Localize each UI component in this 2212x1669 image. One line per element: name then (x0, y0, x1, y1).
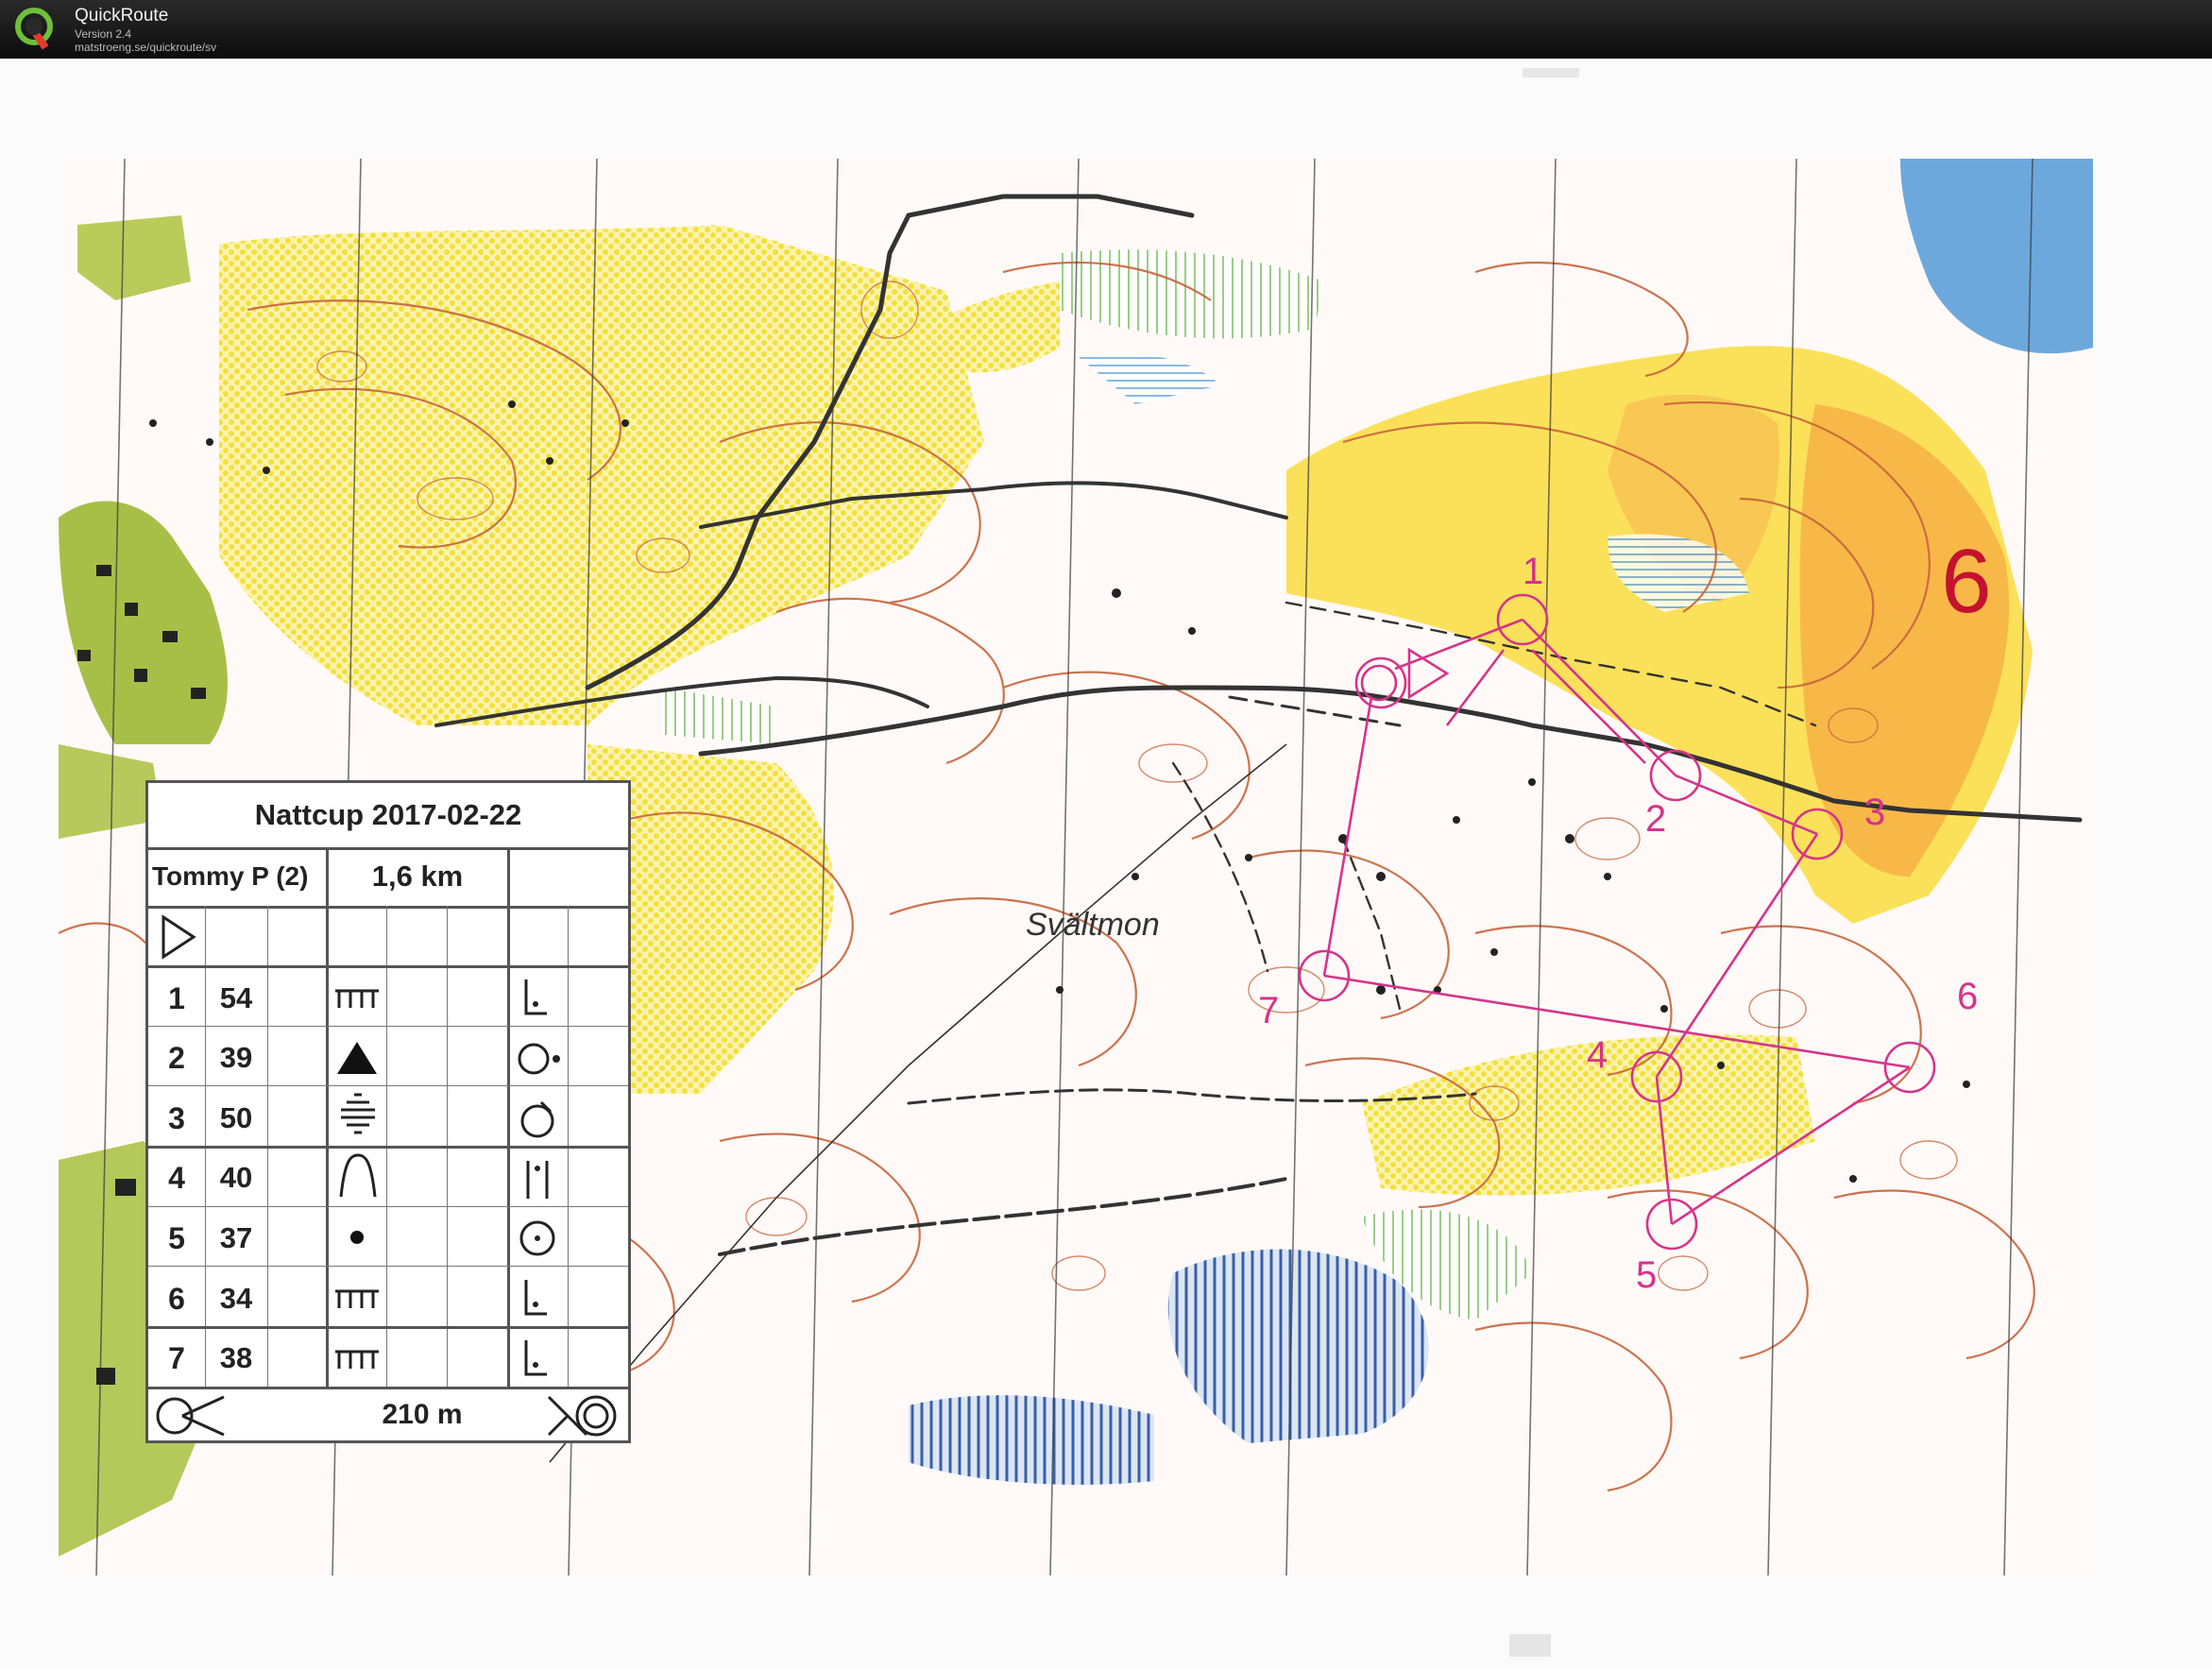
control-number: 4 (168, 1161, 185, 1195)
app-title: QuickRoute (75, 6, 169, 26)
between-icon (526, 1161, 549, 1199)
control-number: 5 (168, 1221, 185, 1255)
app-title-bar: QuickRoute Version 2.4 matstroeng.se/qui… (0, 0, 2212, 59)
app-url: matstroeng.se/quickroute/sv (75, 41, 217, 54)
control-number: 3 (168, 1101, 185, 1135)
corner-icon (524, 1280, 547, 1316)
control-number: 6 (168, 1282, 185, 1316)
control-code: 34 (219, 1282, 253, 1315)
control-code: 40 (219, 1161, 253, 1194)
page-number-label: 6 (1941, 531, 1991, 632)
control-label-1: 1 (1523, 551, 1543, 592)
fence-icon (335, 989, 379, 1008)
control-label-3: 3 (1864, 792, 1885, 833)
small-knoll-icon (350, 1231, 364, 1244)
runner-row: Tommy P (2) 1,6 km (148, 847, 628, 909)
finish-distance: 210 m (382, 1399, 463, 1430)
control-label-4: 4 (1587, 1034, 1608, 1076)
runner-name: Tommy P (2) (152, 861, 309, 891)
control-label-7: 7 (1258, 990, 1279, 1031)
event-title: Nattcup 2017-02-22 (148, 783, 628, 850)
east-side-icon (518, 1043, 560, 1075)
north-east-side-icon (520, 1100, 554, 1138)
control-label-2: 2 (1645, 798, 1666, 840)
corner-icon (524, 1340, 547, 1376)
knoll-solid-icon (337, 1042, 377, 1074)
control-code: 50 (219, 1101, 253, 1134)
control-code: 38 (219, 1341, 253, 1374)
center-icon (519, 1220, 555, 1256)
control-number: 7 (168, 1341, 185, 1375)
quickroute-logo-icon (15, 8, 53, 50)
course-length: 1,6 km (371, 860, 464, 893)
hill-icon (339, 1153, 377, 1198)
control-code: 37 (219, 1221, 253, 1254)
finish-start-icon (156, 1395, 225, 1437)
place-name-label: Svältmon (1026, 907, 1160, 943)
start-triangle-icon (162, 914, 196, 960)
control-code: 54 (219, 981, 253, 1014)
finish-double-circle-icon (547, 1395, 617, 1437)
app-version: Version 2.4 (75, 27, 132, 41)
control-code: 39 (219, 1041, 253, 1074)
control-number: 2 (168, 1041, 185, 1075)
corner-icon (524, 979, 547, 1015)
control-label-5: 5 (1636, 1254, 1657, 1296)
marsh-icon (341, 1093, 375, 1134)
fence-icon (335, 1350, 379, 1369)
control-label-6: 6 (1957, 976, 1978, 1017)
control-number: 1 (168, 981, 185, 1015)
control-description-card: Nattcup 2017-02-22 Tommy P (2) 1,6 km 1 … (145, 780, 631, 1443)
fence-icon (335, 1289, 379, 1308)
